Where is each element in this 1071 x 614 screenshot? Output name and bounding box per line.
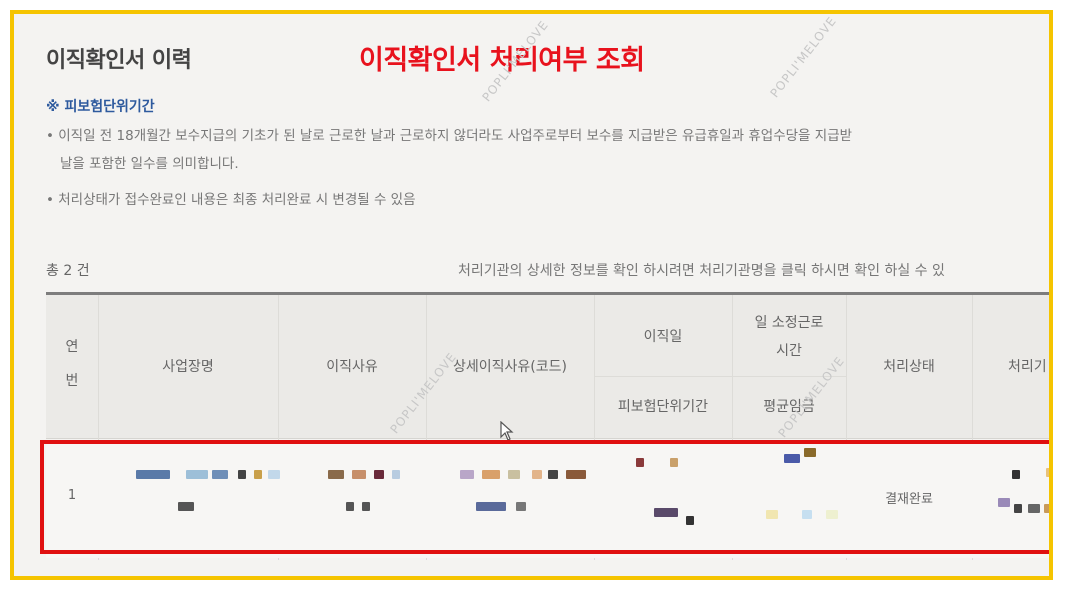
- agency-guide-text: 처리기관의 상세한 정보를 확인 하시려면 처리기관명을 클릭 하시면 확인 하…: [458, 263, 945, 279]
- header-no-line1: 연: [65, 339, 79, 355]
- cursor-icon: [500, 421, 514, 441]
- header-leave-date: 이직일: [643, 329, 683, 345]
- screenshot-frame: 이직확인서 이력 이직확인서 처리여부 조회 ※ 피보험단위기간 • 이직일 전…: [10, 10, 1053, 580]
- header-row-divider: [594, 376, 846, 377]
- header-work-hours-line1: 일 소정근로: [754, 315, 824, 331]
- header-status: 처리상태: [883, 359, 935, 375]
- note-bullet-2: • 처리상태가 접수완료인 내용은 최종 처리완료 시 변경될 수 있음: [46, 192, 416, 208]
- header-reason: 이직사유: [326, 359, 378, 375]
- header-agency: 처리기: [1008, 359, 1047, 375]
- header-no-line2: 번: [65, 373, 79, 389]
- note-bullet-1: • 이직일 전 18개월간 보수지급의 기초가 된 날로 근로한 날과 근로하지…: [46, 128, 853, 144]
- note-heading: ※ 피보험단위기간: [46, 99, 155, 115]
- total-count: 총 2 건: [46, 263, 90, 279]
- page-content: 이직확인서 이력 이직확인서 처리여부 조회 ※ 피보험단위기간 • 이직일 전…: [14, 14, 1049, 576]
- header-work-hours-line2: 시간: [776, 343, 802, 359]
- watermark: POPLI'MELOVE: [767, 13, 840, 101]
- header-insured-period: 피보험단위기간: [617, 399, 709, 415]
- header-company: 사업장명: [162, 359, 214, 375]
- header-work-hours: 일 소정근로 시간: [732, 312, 846, 362]
- row-highlight-box: [40, 440, 1049, 554]
- header-no: 연 번: [46, 336, 98, 392]
- note-bullet-1-cont: 날을 포함한 일수를 의미합니다.: [60, 156, 239, 172]
- history-table: 연 번 사업장명 이직사유 상세이직사유(코드) 이직일 피보험단위기간 일 소…: [40, 292, 1049, 562]
- page-title: 이직확인서 이력: [46, 48, 192, 73]
